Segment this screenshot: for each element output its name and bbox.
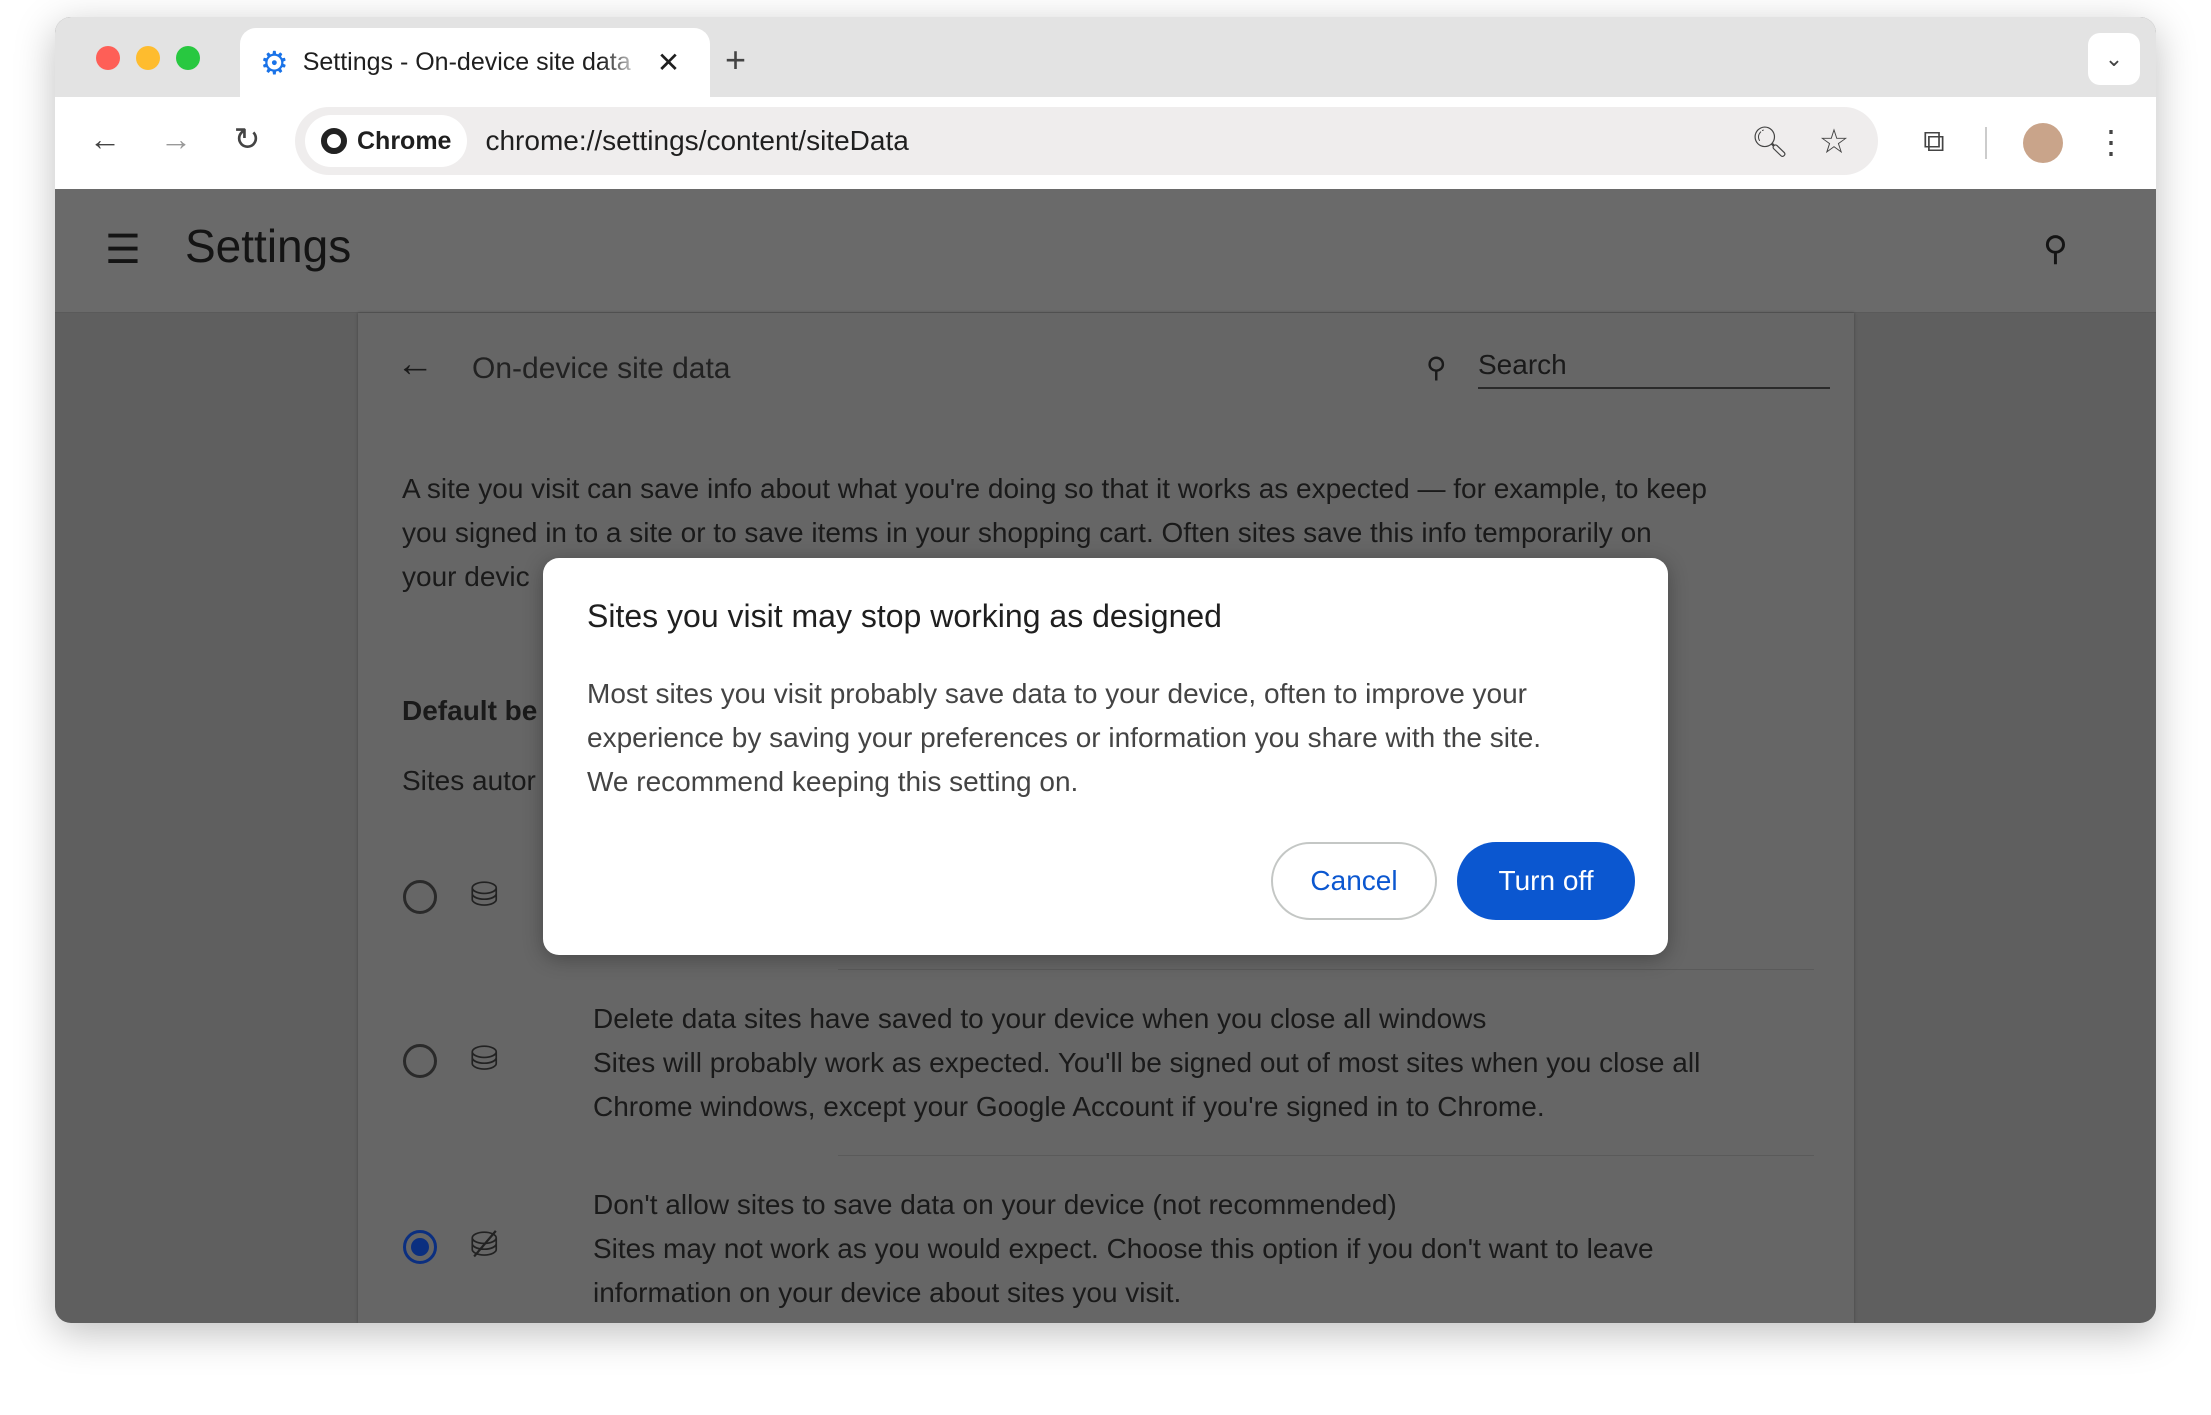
intro-line: your devic <box>402 561 530 592</box>
forward-button[interactable]: → <box>154 117 198 161</box>
back-button[interactable]: ← <box>83 117 127 161</box>
url-text[interactable]: chrome://settings/content/siteData <box>485 125 908 157</box>
maximize-window-button[interactable] <box>176 46 200 70</box>
settings-header: ☰ Settings ⚲ <box>55 189 2156 313</box>
radio-block[interactable] <box>403 1230 437 1264</box>
new-tab-button[interactable]: + <box>725 39 746 81</box>
radio-allow[interactable] <box>403 880 437 914</box>
minimize-window-button[interactable] <box>136 46 160 70</box>
option-description: Sites may not work as you would expect. … <box>593 1233 1654 1264</box>
dialog-body: experience by saving your preferences or… <box>587 722 1542 753</box>
settings-title: Settings <box>185 220 352 272</box>
option-description: Chrome windows, except your Google Accou… <box>593 1091 1545 1122</box>
back-arrow-icon[interactable]: ← <box>396 343 434 386</box>
intro-line: you signed in to a site or to save items… <box>402 517 1652 548</box>
search-input[interactable]: Search <box>1478 343 1830 389</box>
toolbar: ← → ↻ Chrome chrome://settings/content/s… <box>55 97 2156 189</box>
divider <box>838 969 1814 970</box>
close-window-button[interactable] <box>96 46 120 70</box>
address-bar[interactable]: Chrome chrome://settings/content/siteDat… <box>295 107 1878 175</box>
bookmark-star-icon[interactable]: ☆ <box>1809 117 1859 167</box>
avatar[interactable] <box>2023 123 2063 163</box>
chrome-logo-icon <box>321 128 347 154</box>
intro-line: A site you visit can save info about wha… <box>402 473 1707 504</box>
search-icon[interactable]: ⚲ <box>2043 229 2068 269</box>
default-behavior-heading: Default be <box>402 695 538 726</box>
reload-button[interactable]: ↻ <box>225 117 269 161</box>
dialog-body: Most sites you visit probably save data … <box>587 678 1528 709</box>
database-icon: ⛁ <box>470 1040 499 1078</box>
divider <box>1985 127 1987 159</box>
tab-settings[interactable]: ⚙ Settings - On-device site data ✕ <box>240 28 710 97</box>
dialog-body: We recommend keeping this setting on. <box>587 766 1079 797</box>
divider <box>838 1155 1814 1156</box>
database-icon: ⛁ <box>470 876 499 914</box>
turn-off-button[interactable]: Turn off <box>1457 842 1635 920</box>
extensions-icon[interactable]: ⧉ <box>1909 117 1959 167</box>
database-off-icon: ⛁̸ <box>470 1226 499 1264</box>
search-icon: ⚲ <box>1426 352 1447 383</box>
option-title: Don't allow sites to save data on your d… <box>593 1189 1397 1220</box>
confirm-dialog: Sites you visit may stop working as desi… <box>543 558 1668 955</box>
sites-description: Sites autor <box>402 765 536 796</box>
cancel-button[interactable]: Cancel <box>1271 842 1437 920</box>
radio-delete-on-close[interactable] <box>403 1044 437 1078</box>
option-title: Delete data sites have saved to your dev… <box>593 1003 1487 1034</box>
option-description: information on your device about sites y… <box>593 1277 1182 1308</box>
zoom-icon[interactable]: 🔍︎ <box>1745 117 1795 167</box>
dialog-title: Sites you visit may stop working as desi… <box>587 598 1222 634</box>
hamburger-menu-icon[interactable]: ☰ <box>105 227 141 273</box>
tab-strip: ⚙ Settings - On-device site data ✕ + ⌄ <box>55 17 2156 97</box>
site-info-chip[interactable]: Chrome <box>305 115 468 167</box>
tab-search-button[interactable]: ⌄ <box>2088 33 2140 85</box>
close-tab-icon[interactable]: ✕ <box>657 46 680 79</box>
page-title: On-device site data <box>472 352 731 385</box>
radio-selected-dot <box>411 1238 429 1256</box>
gear-icon: ⚙ <box>260 44 289 81</box>
more-menu-icon[interactable]: ⋮ <box>2091 117 2131 167</box>
option-description: Sites will probably work as expected. Yo… <box>593 1047 1701 1078</box>
